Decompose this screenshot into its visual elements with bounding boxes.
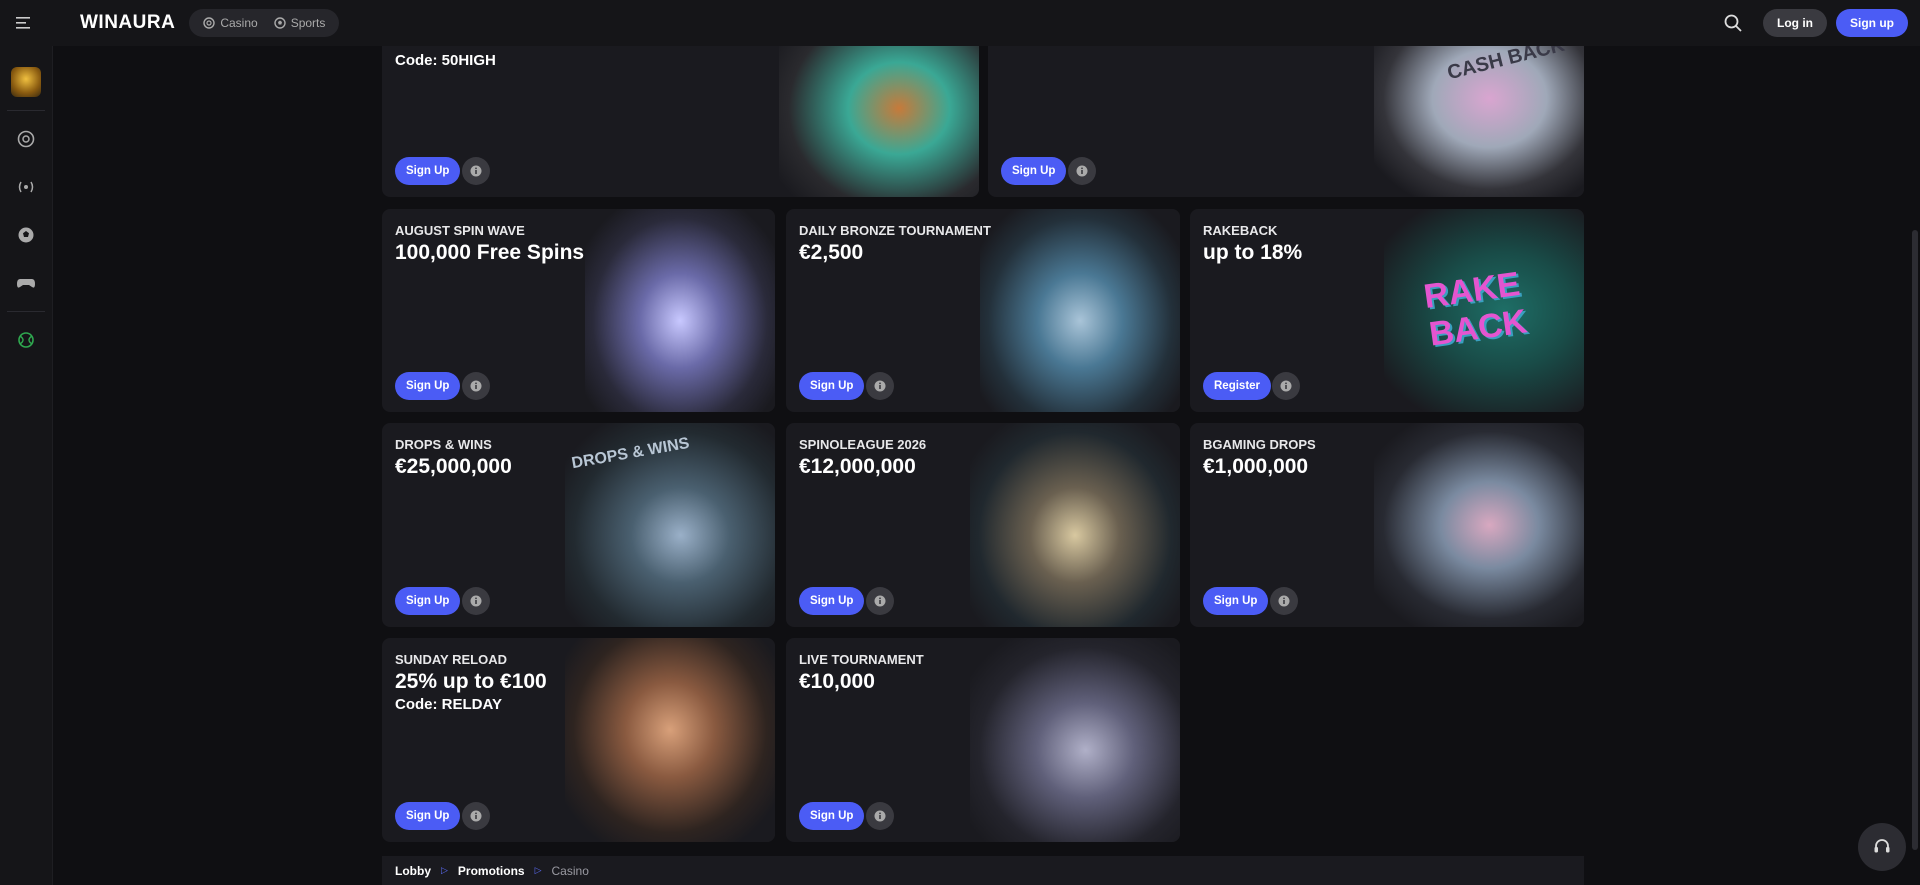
- breadcrumb-separator-icon: ▷: [534, 865, 542, 875]
- promo-signup-button[interactable]: Sign Up: [799, 587, 865, 615]
- promo-signup-button[interactable]: Sign Up: [395, 587, 461, 615]
- sports-tab[interactable]: Sports: [266, 16, 334, 30]
- breadcrumb-separator-icon: ▷: [441, 865, 448, 875]
- info-icon[interactable]: [866, 372, 894, 400]
- info-icon[interactable]: [866, 587, 894, 615]
- promo-title: €2,500: [799, 241, 864, 264]
- info-icon[interactable]: [462, 587, 490, 615]
- tennis-ball-icon: [18, 332, 34, 348]
- promo-title: €10,000: [799, 670, 875, 693]
- info-icon[interactable]: [1270, 587, 1298, 615]
- promo-title: €12,000,000: [799, 455, 916, 478]
- signup-button[interactable]: Sign up: [1836, 9, 1908, 37]
- promo-signup-button[interactable]: Sign Up: [395, 372, 461, 400]
- promo-art-zeus: [970, 423, 1180, 627]
- rail-item-esports[interactable]: [0, 259, 52, 307]
- promo-signup-button[interactable]: Sign Up: [1203, 587, 1269, 615]
- page-scrollbar[interactable]: [1912, 230, 1918, 850]
- promo-subtitle: SPINOLEAGUE 2026: [799, 437, 927, 452]
- live-broadcast-icon: [18, 181, 34, 193]
- info-icon[interactable]: [1068, 157, 1096, 185]
- promo-register-button[interactable]: Register: [1203, 372, 1272, 400]
- promo-title: 100,000 Free Spins: [395, 241, 585, 264]
- soccer-ball-icon: [273, 17, 286, 29]
- hamburger-menu-icon[interactable]: [12, 11, 36, 35]
- promo-art-rabbit: [1374, 423, 1584, 627]
- rail-divider: [7, 311, 45, 312]
- promo-title: €25,000,000: [395, 455, 512, 478]
- promo-subtitle: SUNDAY RELOAD: [395, 652, 507, 667]
- casino-chip-icon: [203, 17, 216, 29]
- promo-card: DAILY BRONZE TOURNAMENT €2,500 Sign Up: [786, 209, 1180, 412]
- promo-subtitle: RAKEBACK: [1203, 223, 1278, 238]
- rakeback-art-text: RAKE BACK: [1421, 264, 1530, 354]
- info-icon[interactable]: [462, 372, 490, 400]
- promo-subtitle: LIVE TOURNAMENT: [799, 652, 924, 667]
- promo-subtitle: DROPS & WINS: [395, 437, 492, 452]
- login-button[interactable]: Log in: [1763, 9, 1827, 37]
- promo-signup-button[interactable]: Sign Up: [799, 372, 865, 400]
- promo-title: 25% up to €100: [395, 670, 547, 693]
- gamepad-icon: [17, 279, 35, 288]
- rail-item-live[interactable]: [0, 163, 52, 211]
- drops-wins-art-text: DROPS & WINS: [570, 434, 691, 473]
- promo-signup-button[interactable]: Sign Up: [395, 802, 461, 830]
- promo-art-trophy-girl: [980, 209, 1180, 412]
- brand-logo[interactable]: WINAURA: [80, 12, 175, 34]
- promo-art-rakeback: RAKE BACK: [1384, 209, 1584, 412]
- info-icon[interactable]: [462, 157, 490, 185]
- category-switch: Casino Sports: [189, 9, 340, 37]
- casino-tab[interactable]: Casino: [195, 16, 265, 30]
- left-rail: [0, 46, 53, 885]
- promo-art-roulette: [970, 638, 1180, 842]
- promo-signup-button[interactable]: Sign Up: [1001, 157, 1067, 185]
- promo-signup-button[interactable]: Sign Up: [395, 157, 461, 185]
- rail-item-sports[interactable]: [0, 211, 52, 259]
- promo-title: up to 18%: [1203, 241, 1303, 264]
- info-icon[interactable]: [1272, 372, 1300, 400]
- breadcrumb-lobby[interactable]: Lobby: [395, 864, 431, 878]
- rail-item-tennis[interactable]: [0, 316, 52, 364]
- promo-subtitle: BGAMING DROPS: [1203, 437, 1316, 452]
- promo-card: SUNDAY RELOAD 25% up to €100 Code: RELDA…: [382, 638, 775, 842]
- promo-card: SPINOLEAGUE 2026 €12,000,000 Sign Up: [786, 423, 1180, 627]
- promo-card: AUGUST SPIN WAVE 100,000 Free Spins Sign…: [382, 209, 775, 412]
- promo-subtitle: DAILY BRONZE TOURNAMENT: [799, 223, 991, 238]
- promo-subtitle: AUGUST SPIN WAVE: [395, 223, 525, 238]
- promo-card: RAKE BACK RAKEBACK up to 18% Register: [1190, 209, 1584, 412]
- header-actions: Log in Sign up: [1718, 8, 1908, 38]
- promo-card: BGAMING DROPS €1,000,000 Sign Up: [1190, 423, 1584, 627]
- sports-tab-label: Sports: [290, 16, 326, 30]
- casino-chip-icon: [17, 130, 35, 148]
- promo-art-silver-girl: [585, 209, 775, 412]
- top-bar: WINAURA Casino Sports Log in Sign up: [0, 0, 1920, 46]
- rail-divider: [7, 110, 45, 111]
- soccer-ball-icon: [18, 227, 34, 243]
- info-icon[interactable]: [866, 802, 894, 830]
- promo-card: LIVE TOURNAMENT €10,000 Sign Up: [786, 638, 1180, 842]
- support-headset-icon[interactable]: [1858, 823, 1906, 871]
- promo-avatar: [11, 67, 41, 97]
- info-icon[interactable]: [462, 802, 490, 830]
- promo-code: Code: 50HIGH: [395, 52, 496, 69]
- search-icon[interactable]: [1718, 8, 1748, 38]
- rail-item-promo[interactable]: [0, 58, 52, 106]
- promo-art-trophy-cup: [565, 638, 775, 842]
- promo-card: DROPS & WINS DROPS & WINS €25,000,000 Si…: [382, 423, 775, 627]
- breadcrumb-casino: Casino: [551, 863, 589, 878]
- rail-item-casino[interactable]: [0, 115, 52, 163]
- promo-code: Code: RELDAY: [395, 696, 502, 713]
- promo-signup-button[interactable]: Sign Up: [799, 802, 865, 830]
- casino-tab-label: Casino: [220, 16, 258, 30]
- promo-art-poseidon: DROPS & WINS: [565, 423, 775, 627]
- breadcrumb: Lobby ▷ Promotions ▷ Casino: [382, 856, 1584, 885]
- breadcrumb-promotions[interactable]: Promotions: [458, 864, 525, 878]
- promo-title: €1,000,000: [1203, 455, 1309, 478]
